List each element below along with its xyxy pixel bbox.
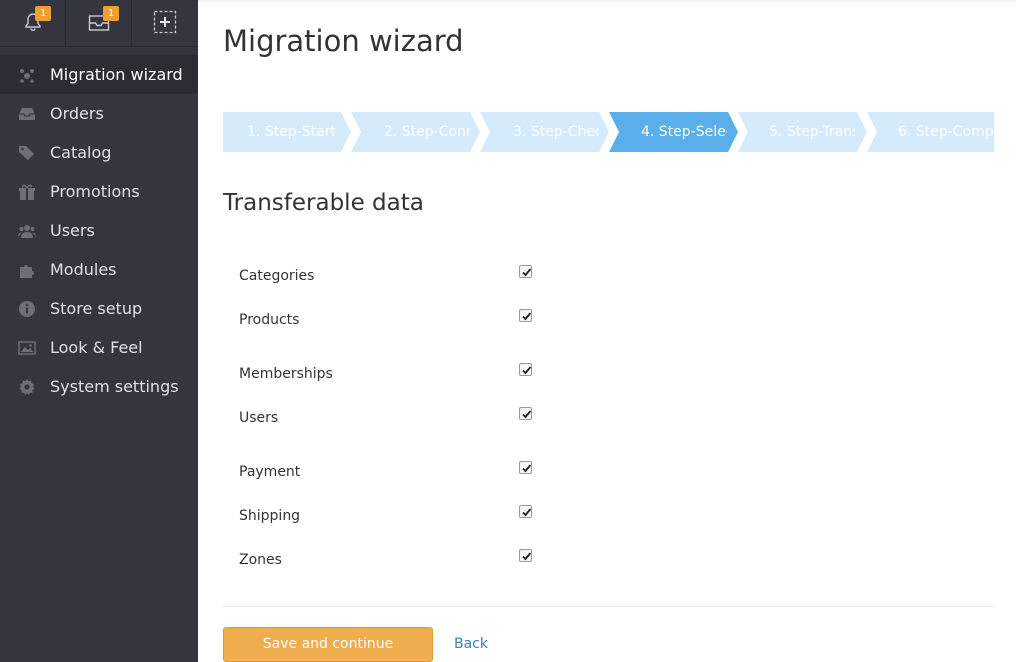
sidebar-item-migration-wizard[interactable]: Migration wizard (0, 55, 198, 94)
back-link[interactable]: Back (454, 636, 488, 652)
save-and-continue-button[interactable]: Save and continue (223, 627, 433, 662)
sidebar-item-modules[interactable]: Modules (0, 250, 198, 289)
data-label: Shipping (239, 508, 301, 524)
tags-icon (18, 144, 36, 162)
sidebar-item-label: Orders (50, 104, 104, 123)
sidebar-item-label: Store setup (50, 299, 143, 318)
sidebar: 1 1 Migration wizard Orders Catalog Prom… (0, 0, 198, 662)
sidebar-item-label: Catalog (50, 143, 112, 162)
inbox-icon (18, 105, 36, 123)
sidebar-item-store-setup[interactable]: Store setup (0, 289, 198, 328)
memberships-checkbox[interactable] (519, 363, 532, 376)
data-label: Memberships (239, 366, 333, 382)
categories-checkbox[interactable] (519, 265, 532, 278)
data-row-products: Products (239, 309, 559, 331)
notifications-badge: 1 (35, 6, 51, 21)
sidebar-item-label: Look & Feel (50, 338, 143, 357)
info-icon (18, 300, 36, 318)
add-button[interactable] (132, 0, 198, 47)
sidebar-item-label: Users (50, 221, 95, 240)
image-icon (18, 339, 36, 357)
products-checkbox[interactable] (519, 309, 532, 322)
data-row-shipping: Shipping (239, 505, 559, 527)
data-row-users: Users (239, 407, 559, 429)
sidebar-menu: Migration wizard Orders Catalog Promotio… (0, 55, 198, 406)
step-label: 3. Step-Check (513, 124, 599, 140)
data-row-categories: Categories (239, 265, 559, 287)
puzzle-icon (18, 261, 36, 279)
data-label: Users (239, 410, 279, 426)
zones-checkbox[interactable] (519, 549, 532, 562)
sidebar-item-label: Modules (50, 260, 117, 279)
wizard-steps: 1. Step-Start 2. Step-Connect 3. Step-Ch… (223, 112, 994, 152)
data-label: Payment (239, 464, 301, 480)
add-icon (153, 10, 177, 38)
top-divider (198, 0, 1016, 2)
notifications-button[interactable]: 1 (0, 0, 66, 47)
step-label: 4. Step-Select (641, 124, 727, 140)
data-label: Categories (239, 268, 315, 284)
data-row-zones: Zones (239, 549, 559, 571)
sidebar-item-promotions[interactable]: Promotions (0, 172, 198, 211)
step-4-active[interactable]: 4. Step-Select (609, 112, 738, 152)
sidebar-item-catalog[interactable]: Catalog (0, 133, 198, 172)
section-title: Transferable data (223, 190, 424, 216)
form-divider (223, 606, 994, 607)
data-label: Zones (239, 552, 282, 568)
sidebar-item-users[interactable]: Users (0, 211, 198, 250)
sidebar-topbar: 1 1 (0, 0, 198, 47)
step-6[interactable]: 6. Step-Complete (867, 112, 994, 152)
step-5[interactable]: 5. Step-Transfer (738, 112, 867, 152)
data-row-payment: Payment (239, 461, 559, 483)
migration-icon (18, 66, 36, 84)
data-row-memberships: Memberships (239, 363, 559, 385)
page-title: Migration wizard (223, 24, 464, 58)
step-label: 6. Step-Complete (898, 124, 994, 140)
users-checkbox[interactable] (519, 407, 532, 420)
shipping-checkbox[interactable] (519, 505, 532, 518)
gear-icon (18, 378, 36, 396)
gift-icon (18, 183, 36, 201)
step-3[interactable]: 3. Step-Check (480, 112, 609, 152)
orders-badge: 1 (103, 6, 119, 21)
orders-inbox-button[interactable]: 1 (66, 0, 132, 47)
step-2[interactable]: 2. Step-Connect (351, 112, 480, 152)
step-label: 5. Step-Transfer (769, 124, 855, 140)
data-label: Products (239, 312, 300, 328)
step-label: 2. Step-Connect (384, 124, 470, 140)
payment-checkbox[interactable] (519, 461, 532, 474)
sidebar-item-label: System settings (50, 377, 179, 396)
step-label: 1. Step-Start (247, 124, 335, 140)
main-content: Migration wizard 1. Step-Start 2. Step-C… (198, 0, 1016, 662)
users-icon (18, 222, 36, 240)
step-1[interactable]: 1. Step-Start (223, 112, 351, 152)
sidebar-item-label: Promotions (50, 182, 140, 201)
sidebar-item-orders[interactable]: Orders (0, 94, 198, 133)
sidebar-item-look-and-feel[interactable]: Look & Feel (0, 328, 198, 367)
sidebar-item-system-settings[interactable]: System settings (0, 367, 198, 406)
sidebar-item-label: Migration wizard (50, 65, 183, 84)
